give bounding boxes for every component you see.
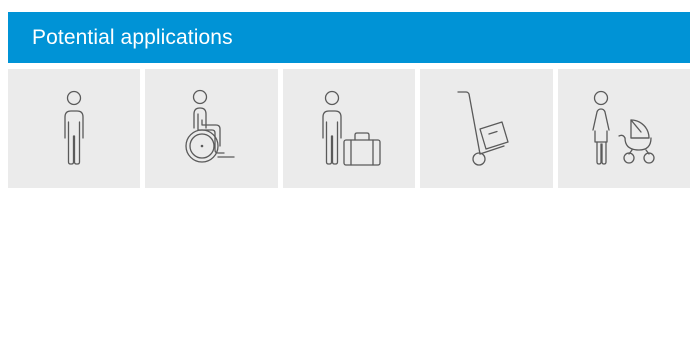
panel-title: Potential applications (32, 25, 233, 49)
applications-panel: Potential applications (8, 12, 691, 188)
hand-truck-icon (457, 90, 510, 166)
tile-wheelchair (145, 69, 278, 188)
person-icon (64, 90, 84, 165)
tile-person (8, 69, 141, 188)
person-with-luggage-icon (322, 90, 381, 166)
tile-person-stroller (557, 69, 691, 188)
panel-header: Potential applications (8, 12, 690, 63)
tile-hand-truck (420, 69, 553, 188)
person-with-stroller-icon (592, 90, 655, 165)
tile-person-luggage (282, 69, 416, 188)
application-tiles (8, 69, 691, 188)
wheelchair-icon (184, 89, 235, 163)
